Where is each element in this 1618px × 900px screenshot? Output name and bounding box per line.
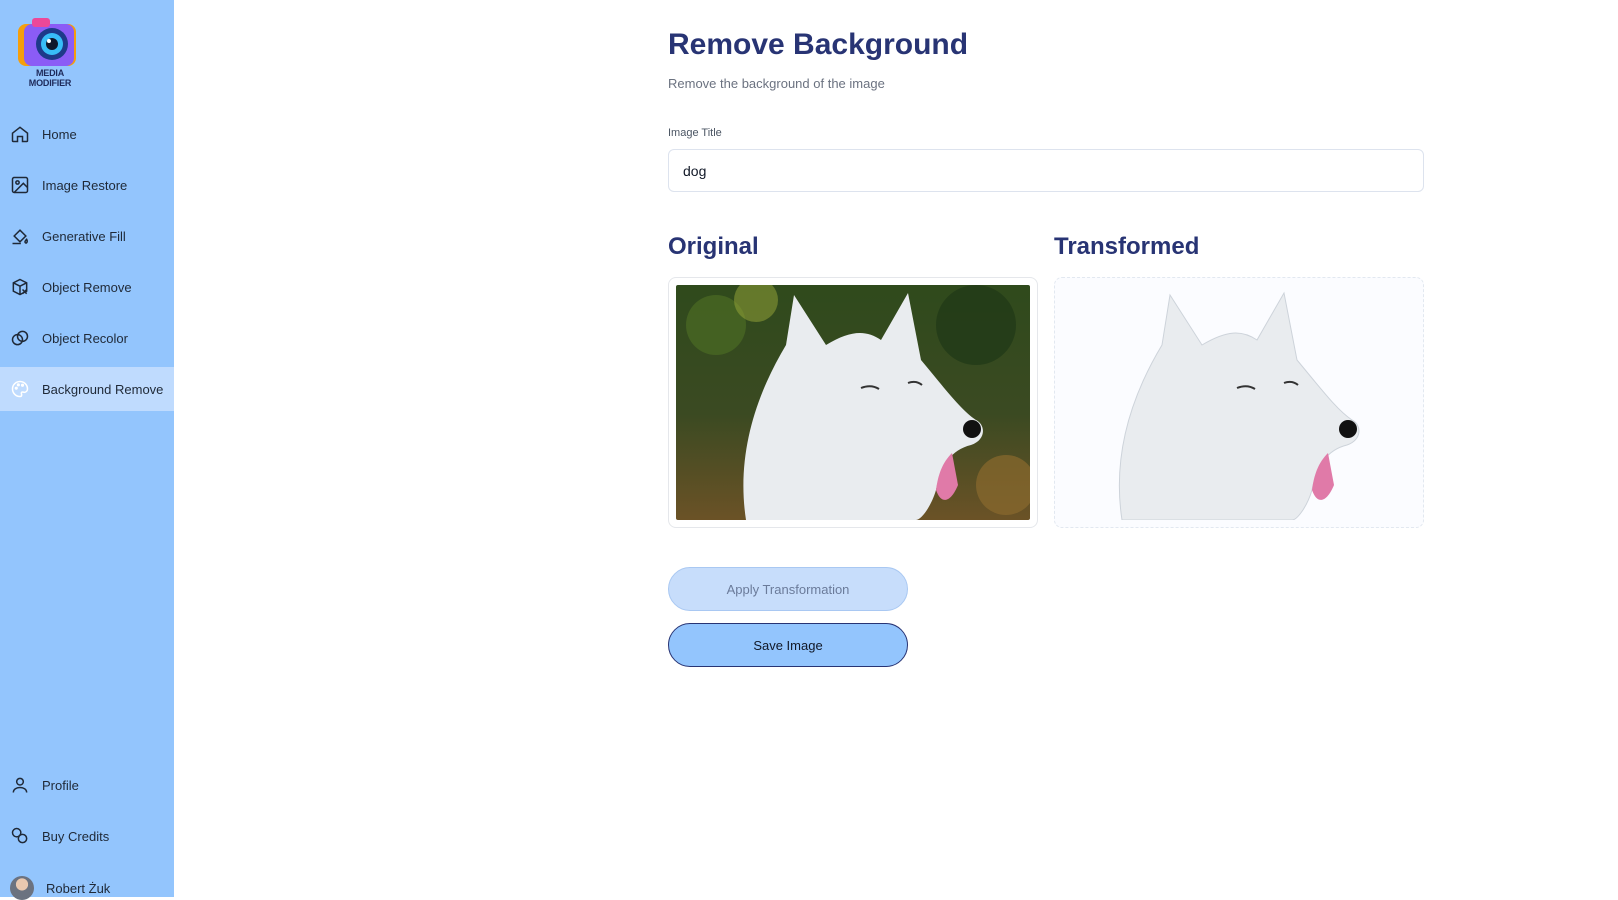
apply-transformation-button[interactable]: Apply Transformation <box>668 567 908 611</box>
original-image <box>676 285 1030 520</box>
sidebar-item-label: Profile <box>42 777 79 793</box>
sidebar-item-object-recolor[interactable]: Object Recolor <box>0 316 174 360</box>
sidebar-bottom-nav: Profile Buy Credits <box>0 763 174 865</box>
save-image-button[interactable]: Save Image <box>668 623 908 667</box>
sidebar-item-image-restore[interactable]: Image Restore <box>0 163 174 207</box>
camera-logo-icon <box>18 18 76 66</box>
sidebar-item-background-remove[interactable]: Background Remove <box>0 367 174 411</box>
image-restore-icon <box>11 176 29 194</box>
original-heading: Original <box>668 233 759 260</box>
page-title: Remove Background <box>668 28 969 61</box>
sidebar: MEDIA MODIFIER Home Image Restore Genera… <box>0 0 174 900</box>
sidebar-item-home[interactable]: Home <box>0 112 174 156</box>
sidebar-item-profile[interactable]: Profile <box>0 763 174 807</box>
user-name: Robert Żuk <box>46 880 111 896</box>
recolor-icon <box>11 330 29 346</box>
transformed-image <box>1055 278 1423 527</box>
transformed-image-card <box>1054 277 1424 528</box>
logo-text: MEDIA MODIFIER <box>28 68 72 88</box>
box-remove-icon <box>12 278 28 296</box>
app-logo[interactable]: MEDIA MODIFIER <box>14 14 86 88</box>
palette-icon <box>11 380 29 398</box>
sidebar-item-label: Object Recolor <box>42 330 128 346</box>
user-profile[interactable]: Robert Żuk <box>10 876 110 900</box>
avatar <box>10 876 34 900</box>
image-title-input[interactable] <box>668 149 1424 192</box>
original-image-card <box>668 277 1038 528</box>
sidebar-item-label: Buy Credits <box>42 828 110 844</box>
paint-bucket-icon <box>12 229 29 245</box>
sidebar-item-label: Background Remove <box>42 381 164 397</box>
home-icon <box>11 126 29 143</box>
image-title-label: Image Title <box>668 127 722 139</box>
sidebar-item-label: Object Remove <box>42 279 132 295</box>
sidebar-item-label: Generative Fill <box>42 228 126 244</box>
coins-icon <box>11 827 28 844</box>
sidebar-item-label: Image Restore <box>42 177 128 193</box>
transformed-heading: Transformed <box>1054 233 1200 260</box>
sidebar-item-label: Home <box>42 126 77 142</box>
sidebar-item-generative-fill[interactable]: Generative Fill <box>0 214 174 258</box>
sidebar-item-buy-credits[interactable]: Buy Credits <box>0 814 174 858</box>
sidebar-nav: Home Image Restore Generative Fill Objec… <box>0 112 174 418</box>
sidebar-item-object-remove[interactable]: Object Remove <box>0 265 174 309</box>
user-icon <box>12 777 28 793</box>
page-subtitle: Remove the background of the image <box>668 76 885 91</box>
